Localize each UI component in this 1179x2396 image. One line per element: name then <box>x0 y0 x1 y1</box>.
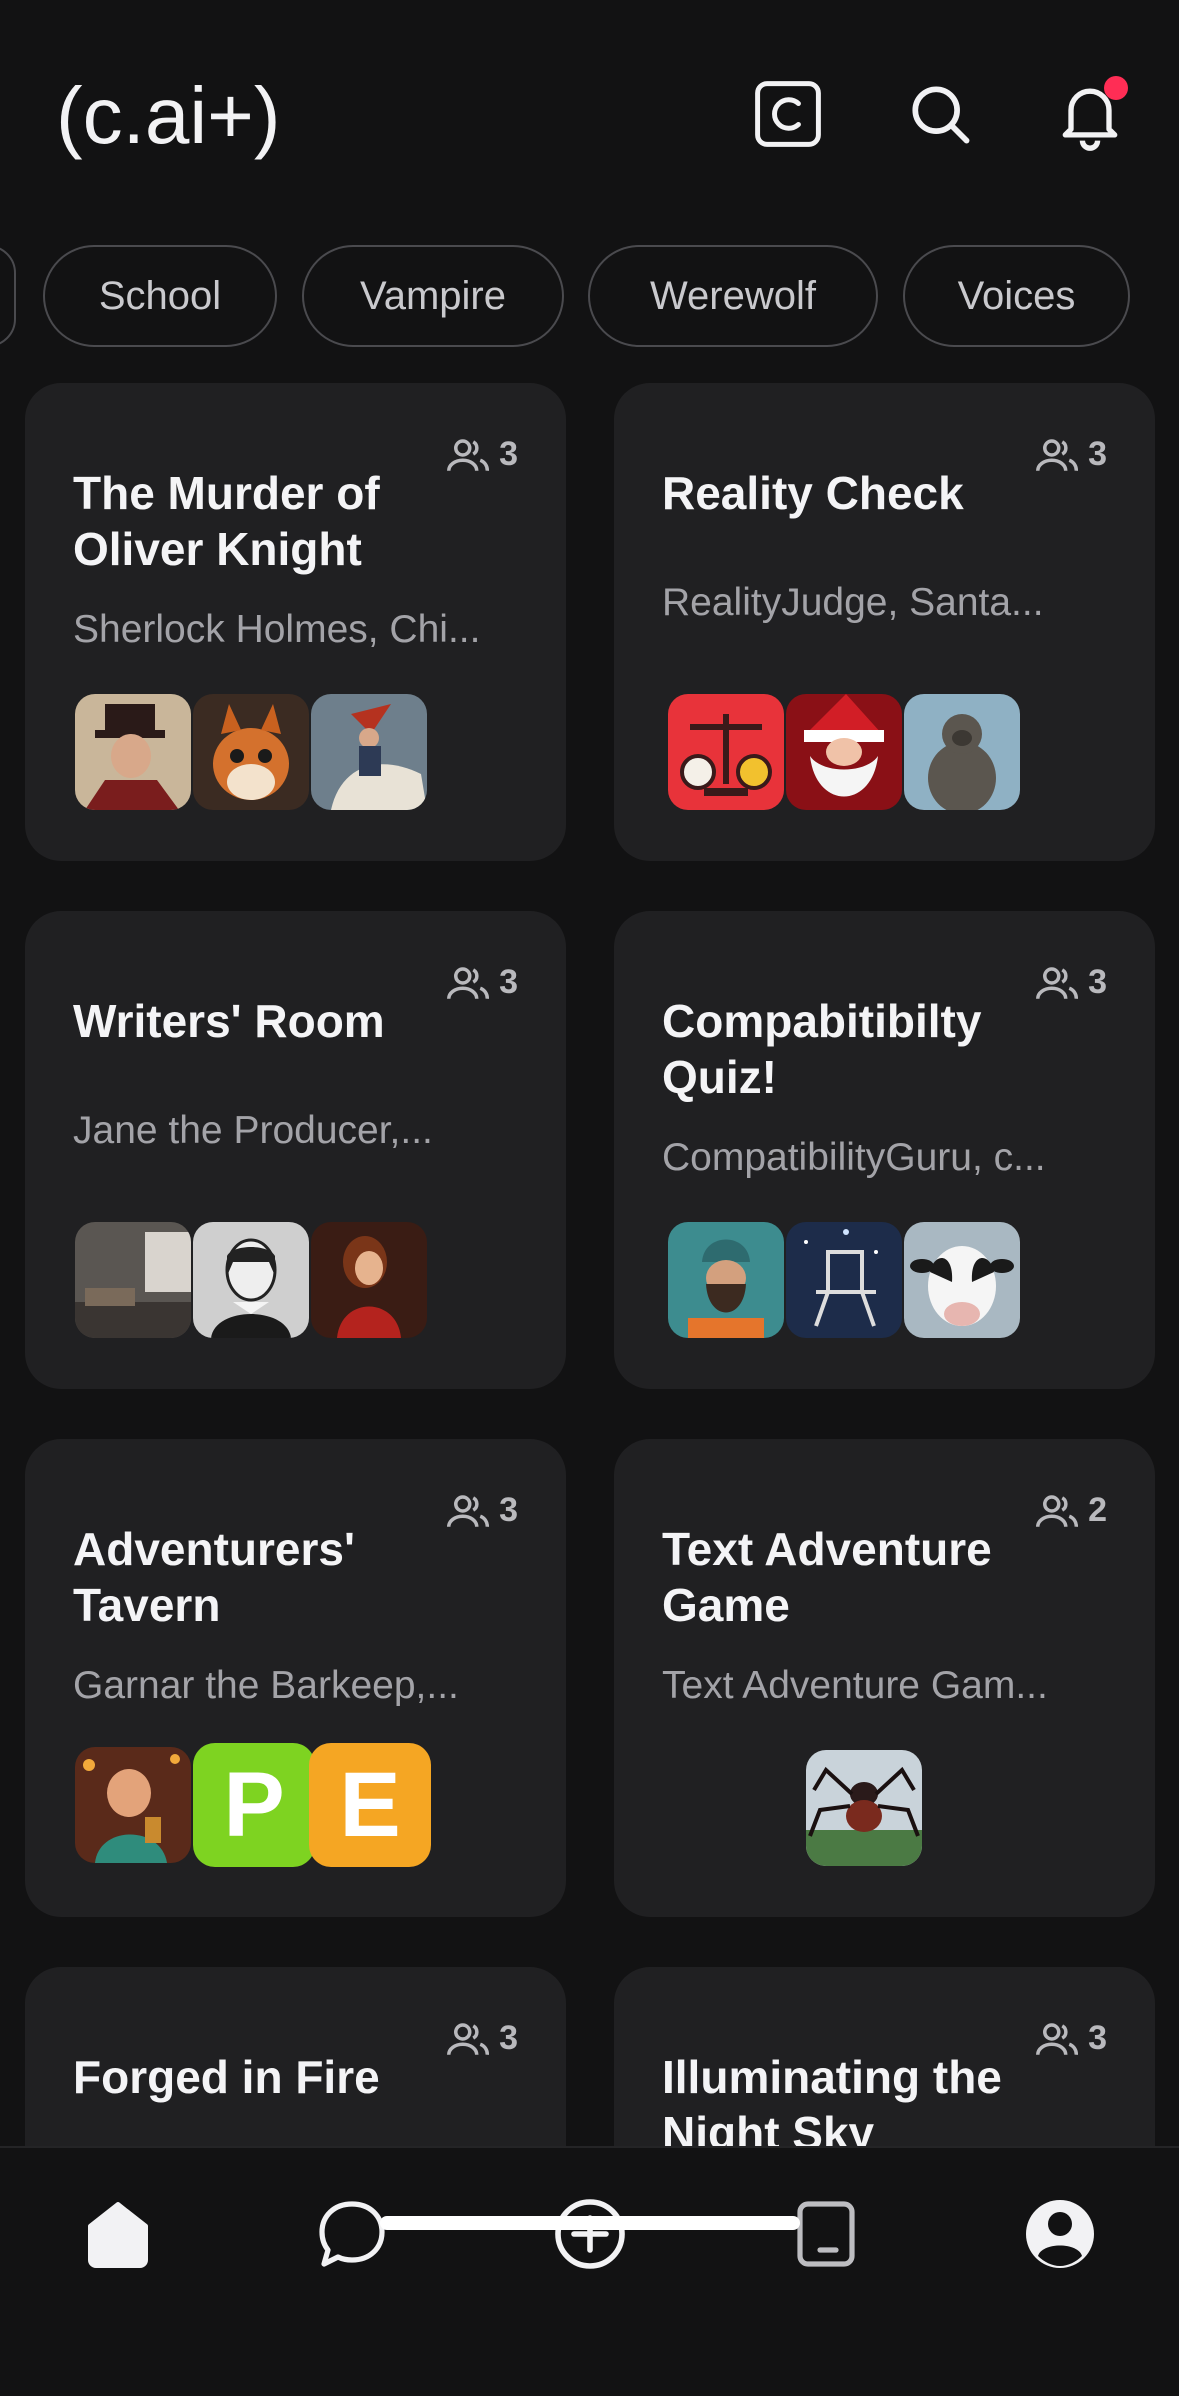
category-chips: School Vampire Werewolf Voices <box>0 245 1179 347</box>
bigfoot-avatar <box>904 694 1020 810</box>
card-title: Reality Check <box>662 467 964 519</box>
avatar-row <box>75 1222 429 1338</box>
home-indicator <box>380 2216 800 2230</box>
chip-werewolf[interactable]: Werewolf <box>588 245 878 347</box>
group-card-adventurers-tavern[interactable]: 3 Adventurers' Tavern Garnar the Barkeep… <box>25 1439 566 1917</box>
chair-avatar <box>786 1222 902 1338</box>
c-plus-icon[interactable] <box>748 74 828 154</box>
chip-school[interactable]: School <box>43 245 277 347</box>
card-subtitle: Sherlock Holmes, Chi... <box>73 608 481 651</box>
app-logo[interactable]: (c.ai+) <box>56 70 281 162</box>
group-card-murder[interactable]: 3 The Murder of Oliver Knight Sherlock H… <box>25 383 566 861</box>
profile-icon[interactable] <box>1010 2184 1110 2284</box>
woman-red-dress-avatar <box>311 1222 427 1338</box>
top-bar: (c.ai+) <box>0 0 1179 230</box>
card-title: Illuminating the Night Sky <box>662 2051 1002 2159</box>
group-card-compatibility-quiz[interactable]: 3 Compabitibilty Quiz! CompatibilityGuru… <box>614 911 1155 1389</box>
group-card-reality-check[interactable]: 3 Reality Check RealityJudge, Santa... <box>614 383 1155 861</box>
chip-vampire[interactable]: Vampire <box>302 245 564 347</box>
barkeep-avatar <box>75 1747 191 1863</box>
feed-icon[interactable] <box>776 2184 876 2284</box>
bearded-man-avatar <box>668 1222 784 1338</box>
squirrel-avatar <box>193 694 309 810</box>
chip-partial[interactable] <box>0 245 16 347</box>
app-screen: (c.ai+) School Vampire Werewolf Voices 3… <box>0 0 1179 2396</box>
scales-avatar <box>668 694 784 810</box>
avatar-row <box>668 694 1022 810</box>
card-subtitle: Garnar the Barkeep,... <box>73 1664 459 1707</box>
create-icon[interactable] <box>540 2184 640 2284</box>
avatar-row: P E <box>75 1743 433 1867</box>
group-card-text-adventure[interactable]: 2 Text Adventure Game Text Adventure Gam… <box>614 1439 1155 1917</box>
card-title: Compabitibilty Quiz! <box>662 995 982 1103</box>
bottom-nav <box>0 2146 1179 2396</box>
avatar-row <box>75 694 429 810</box>
card-subtitle: CompatibilityGuru, c... <box>662 1136 1046 1179</box>
spider-avatar <box>806 1750 922 1866</box>
e-letter-avatar: E <box>309 1743 431 1867</box>
avatar-row <box>806 1750 924 1866</box>
detective-avatar <box>75 694 191 810</box>
card-subtitle: RealityJudge, Santa... <box>662 581 1044 624</box>
p-letter-avatar: P <box>193 1743 315 1867</box>
chip-voices[interactable]: Voices <box>903 245 1130 347</box>
search-icon[interactable] <box>900 74 980 154</box>
chat-icon[interactable] <box>302 2184 402 2284</box>
card-title: The Murder of Oliver Knight <box>73 467 380 575</box>
card-subtitle: Text Adventure Gam... <box>662 1664 1048 1707</box>
group-card-writers-room[interactable]: 3 Writers' Room Jane the Producer,... <box>25 911 566 1389</box>
studio-avatar <box>75 1222 191 1338</box>
shakespeare-avatar <box>193 1222 309 1338</box>
card-title: Forged in Fire <box>73 2051 380 2103</box>
notification-dot <box>1104 76 1128 100</box>
home-icon[interactable] <box>68 2184 168 2284</box>
santa-avatar <box>786 694 902 810</box>
card-title: Adventurers' Tavern <box>73 1523 355 1631</box>
card-title: Text Adventure Game <box>662 1523 992 1631</box>
cow-avatar <box>904 1222 1020 1338</box>
card-title: Writers' Room <box>73 995 385 1047</box>
card-subtitle: Jane the Producer,... <box>73 1109 433 1152</box>
bell-icon[interactable] <box>1050 74 1130 154</box>
avatar-row <box>668 1222 1022 1338</box>
napoleon-avatar <box>311 694 427 810</box>
